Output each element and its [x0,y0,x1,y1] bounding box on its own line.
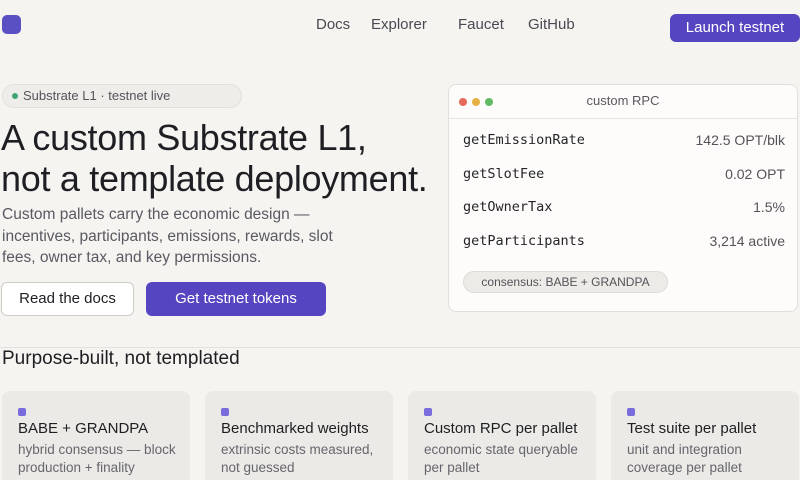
section-heading: Purpose-built, not templated [2,348,240,369]
feature-title: Custom RPC per pallet [424,420,578,437]
rpc-value: 3,214 active [709,233,786,249]
nav-link-docs[interactable]: Docs [316,16,350,34]
rpc-card-header: custom RPC [449,85,797,119]
feature-card-weights: Benchmarked weights extrinsic costs meas… [205,391,393,480]
feature-card-consensus: BABE + GRANDPA hybrid consensus — block … [2,391,190,480]
status-badge: Substrate L1 · testnet live [2,84,242,108]
rpc-method: getSlotFee [463,166,545,182]
feature-description: economic state queryable per pallet [424,442,578,475]
get-testnet-tokens-button[interactable]: Get testnet tokens [146,282,326,316]
rpc-row: getEmissionRate 142.5 OPT/blk [463,130,785,150]
feature-square-icon [221,408,229,416]
rpc-row: getSlotFee 0.02 OPT [463,164,785,184]
rpc-method: getEmissionRate [463,132,585,148]
landing-page: Docs Explorer Faucet GitHub Launch testn… [0,0,800,480]
nav-link-faucet[interactable]: Faucet [458,16,504,34]
feature-description: hybrid consensus — block production + fi… [18,442,176,475]
consensus-tag: consensus: BABE + GRANDPA [463,271,668,293]
hero-title-line-2: not a template deployment. [1,158,428,199]
feature-square-icon [627,408,635,416]
live-status-dot-icon [12,93,18,99]
feature-square-icon [18,408,26,416]
nav-link-explorer[interactable]: Explorer [371,16,427,34]
feature-title: Benchmarked weights [221,420,369,437]
feature-card-tests: Test suite per pallet unit and integrati… [611,391,799,480]
status-badge-label: Substrate L1 · testnet live [23,88,171,103]
nav-link-github[interactable]: GitHub [528,16,575,34]
rpc-value: 142.5 OPT/blk [695,132,786,148]
hero-title: A custom Substrate L1, not a template de… [1,117,446,199]
rpc-value: 0.02 OPT [725,166,785,182]
rpc-method: getParticipants [463,233,585,249]
feature-card-rpc: Custom RPC per pallet economic state que… [408,391,596,480]
feature-title: BABE + GRANDPA [18,420,149,437]
feature-description: unit and integration coverage per pallet [627,442,742,475]
launch-testnet-button[interactable]: Launch testnet [670,14,800,42]
feature-title: Test suite per pallet [627,420,757,437]
hero-title-line-1: A custom Substrate L1, [1,117,367,158]
rpc-value: 1.5% [753,199,785,215]
rpc-card: custom RPC getEmissionRate 142.5 OPT/blk… [448,84,798,312]
rpc-row: getParticipants 3,214 active [463,231,785,251]
read-docs-button[interactable]: Read the docs [1,282,134,316]
logo-mark[interactable] [2,15,21,34]
feature-square-icon [424,408,432,416]
feature-description: extrinsic costs measured, not guessed [221,442,374,475]
rpc-card-title: custom RPC [586,93,660,108]
rpc-method: getOwnerTax [463,199,553,215]
rpc-row: getOwnerTax 1.5% [463,197,785,217]
hero-description: Custom pallets carry the economic design… [2,206,333,266]
